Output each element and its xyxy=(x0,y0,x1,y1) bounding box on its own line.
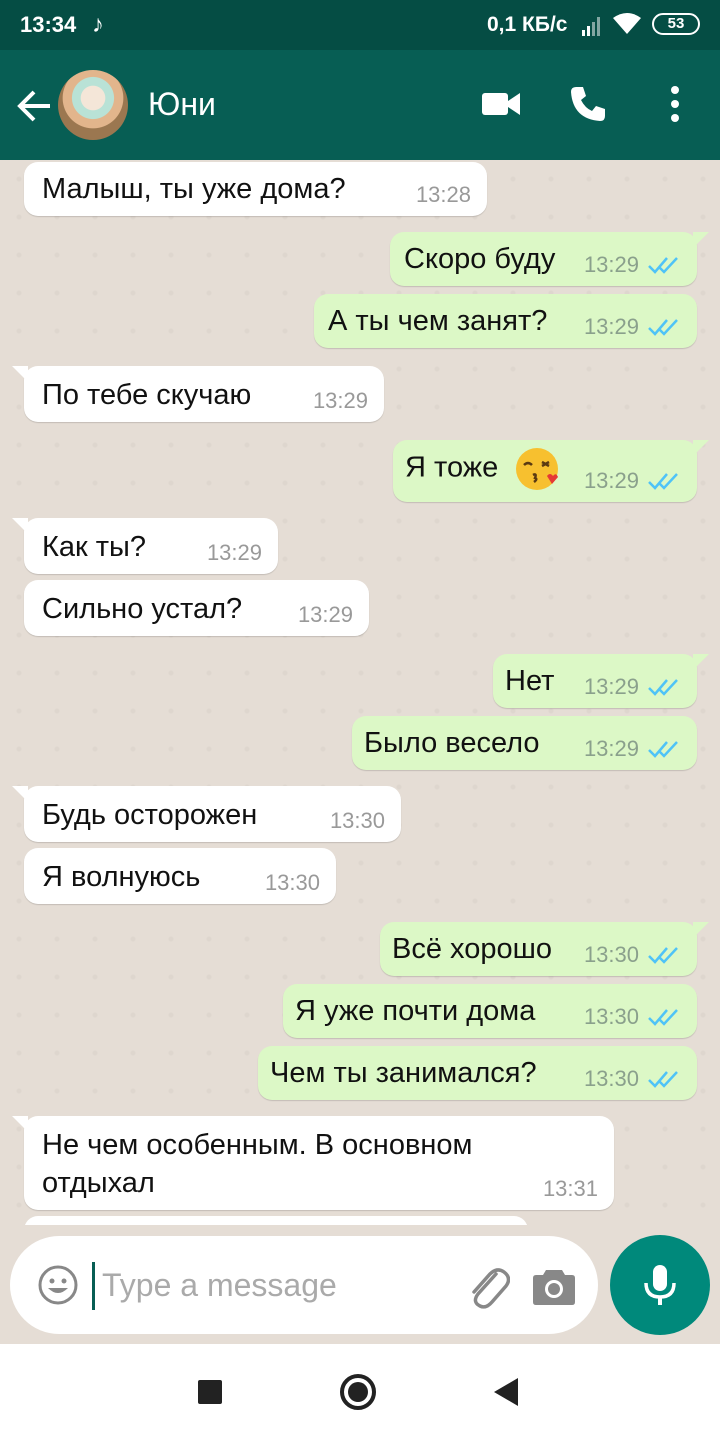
read-ticks-icon xyxy=(648,1071,678,1088)
system-nav-bar xyxy=(0,1344,720,1440)
message-text: Будь осторожен xyxy=(42,799,258,831)
message-bubble[interactable]: Малыш, ты уже дома? 13:28 xyxy=(24,162,487,216)
message-text: Было весело xyxy=(364,727,540,759)
message-text: Всё хорошо xyxy=(392,933,552,965)
message-bubble[interactable]: По тебе скучаю 13:29 xyxy=(12,366,384,422)
message-time: 13:30 xyxy=(583,942,639,967)
message-time: 13:29 xyxy=(312,388,368,413)
mic-icon xyxy=(644,1265,676,1305)
message-bubble[interactable]: Было весело 13:29 xyxy=(352,716,697,770)
message-bubble[interactable]: Будь осторожен 13:30 xyxy=(12,786,401,842)
message-bubble[interactable]: Скоро буду 13:29 xyxy=(390,232,709,286)
message-time: 13:29 xyxy=(206,540,262,565)
message-text: Я тоже xyxy=(405,446,560,492)
phone-icon[interactable] xyxy=(568,84,608,124)
voice-record-button[interactable] xyxy=(610,1235,710,1335)
read-ticks-icon xyxy=(648,741,678,758)
message-text: Малыш, ты уже дома? xyxy=(42,173,346,205)
message-text: Не чем особенным. В основном xyxy=(42,1129,473,1161)
back-arrow-icon[interactable] xyxy=(14,86,54,126)
recent-apps-icon[interactable] xyxy=(198,1380,222,1404)
message-time: 13:30 xyxy=(329,808,385,833)
text-cursor xyxy=(92,1262,95,1310)
message-bubble[interactable]: Не чем особенным. В основном отдыхал 13:… xyxy=(12,1116,614,1210)
message-text: Сильно устал? xyxy=(42,593,243,625)
emoji-icon[interactable] xyxy=(36,1263,80,1307)
chat-header: Юни xyxy=(0,50,720,160)
message-text: Нет xyxy=(505,665,555,697)
message-bubble[interactable]: Я волнуюсь 13:30 xyxy=(24,848,336,904)
message-time: 13:31 xyxy=(542,1176,598,1201)
read-ticks-icon xyxy=(648,947,678,964)
message-time: 13:30 xyxy=(583,1004,639,1029)
avatar[interactable] xyxy=(58,70,128,140)
signal-icon xyxy=(582,17,600,36)
back-icon[interactable] xyxy=(494,1378,518,1406)
message-bubble-partial[interactable] xyxy=(24,1216,528,1225)
message-bubble[interactable]: Я тоже 13:29 xyxy=(393,440,709,502)
message-bubble[interactable]: Нет 13:29 xyxy=(493,654,709,708)
network-speed: 0,1 КБ/с xyxy=(487,13,568,36)
message-text: Я волнуюсь xyxy=(42,861,201,893)
contact-name[interactable]: Юни xyxy=(148,86,216,123)
message-time: 13:29 xyxy=(583,674,639,699)
message-text-content: Я тоже xyxy=(405,451,499,484)
more-vert-icon[interactable] xyxy=(660,84,690,124)
attach-icon[interactable] xyxy=(466,1262,510,1310)
message-text: Как ты? xyxy=(42,531,147,563)
message-text: По тебе скучаю xyxy=(42,379,252,411)
read-ticks-icon xyxy=(648,257,678,274)
message-text: Чем ты занимался? xyxy=(270,1057,537,1089)
read-ticks-icon xyxy=(648,319,678,336)
wifi-icon xyxy=(613,13,641,34)
message-time: 13:30 xyxy=(264,870,320,895)
message-bubble[interactable]: Я уже почти дома 13:30 xyxy=(283,984,697,1038)
home-icon[interactable] xyxy=(340,1374,376,1410)
message-time: 13:29 xyxy=(583,468,639,493)
message-time: 13:29 xyxy=(583,314,639,339)
message-text: Я уже почти дома xyxy=(295,995,536,1027)
video-call-icon[interactable] xyxy=(480,86,522,122)
message-bubble[interactable]: Как ты? 13:29 xyxy=(12,518,278,574)
battery-icon: 53 xyxy=(652,13,700,35)
message-text: А ты чем занят? xyxy=(328,305,548,337)
read-ticks-icon xyxy=(648,679,678,696)
message-input[interactable] xyxy=(102,1258,462,1312)
message-time: 13:29 xyxy=(297,602,353,627)
kissing-face-emoji xyxy=(516,448,559,490)
message-bubble[interactable]: Всё хорошо 13:30 xyxy=(380,922,709,976)
camera-icon[interactable] xyxy=(532,1266,576,1306)
message-bubble[interactable]: Сильно устал? 13:29 xyxy=(24,580,369,636)
message-text-line2: отдыхал xyxy=(42,1167,155,1199)
message-time: 13:29 xyxy=(583,252,639,277)
message-time: 13:29 xyxy=(583,736,639,761)
read-ticks-icon xyxy=(648,473,678,490)
status-bar: 13:34 ♪ 0,1 КБ/с 53 xyxy=(0,0,720,50)
tiktok-icon: ♪ xyxy=(92,11,104,38)
read-ticks-icon xyxy=(648,1009,678,1026)
status-time: 13:34 xyxy=(20,12,77,37)
message-text: Скоро буду xyxy=(404,243,556,275)
message-bubble[interactable]: Чем ты занимался? 13:30 xyxy=(258,1046,697,1100)
message-bubble[interactable]: А ты чем занят? 13:29 xyxy=(314,294,697,348)
message-time: 13:28 xyxy=(415,182,471,207)
chat-area[interactable]: Малыш, ты уже дома? 13:28 Скоро буду 13:… xyxy=(0,160,720,1225)
message-composer xyxy=(10,1236,598,1334)
message-time: 13:30 xyxy=(583,1066,639,1091)
